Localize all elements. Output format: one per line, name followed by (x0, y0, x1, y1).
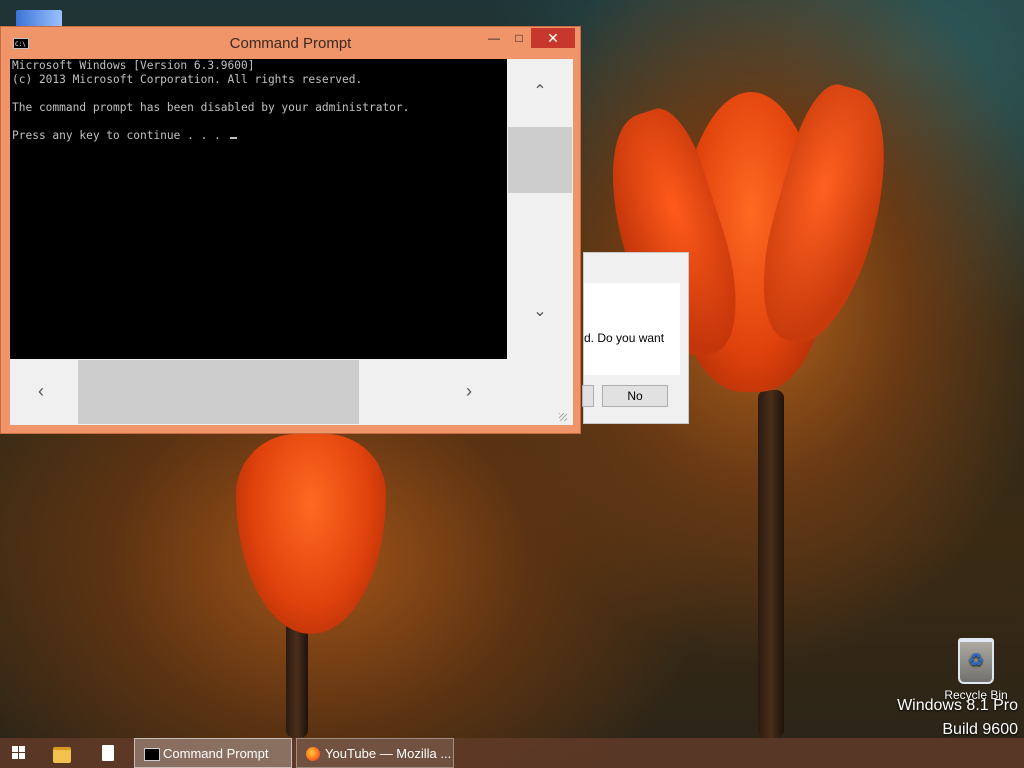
console-line-6: Press any key to continue . . . (10, 129, 507, 143)
cmd-icon (144, 748, 160, 761)
vertical-scroll-thumb[interactable] (508, 127, 572, 193)
scroll-left-icon[interactable]: ‹ (38, 381, 44, 402)
file-explorer-button[interactable] (50, 738, 76, 768)
horizontal-scrollbar[interactable]: ‹ › (10, 359, 573, 425)
firefox-icon (306, 747, 320, 761)
dialog-yes-button[interactable] (582, 385, 594, 407)
scroll-up-icon[interactable]: ⌃ (507, 81, 573, 101)
console-line-2: (c) 2013 Microsoft Corporation. All righ… (12, 73, 363, 86)
task-label: YouTube — Mozilla ... (325, 746, 452, 761)
dialog-message: d. Do you want (584, 331, 665, 345)
task-label: Command Prompt (163, 746, 269, 761)
console-line-1: Microsoft Windows [Version 6.3.9600] (12, 59, 255, 72)
watermark-edition: Windows 8.1 Pro (897, 697, 1018, 714)
scroll-down-icon[interactable]: ⌄ (507, 301, 573, 321)
close-button[interactable]: ✕ (531, 28, 575, 48)
confirm-dialog: d. Do you want No (582, 252, 689, 424)
start-button[interactable] (8, 738, 38, 768)
resize-grip-icon[interactable] (559, 413, 567, 421)
windows-watermark: Windows 8.1 Pro Build 9600 (897, 694, 1018, 742)
document-icon (102, 745, 114, 761)
dialog-content: d. Do you want (584, 283, 680, 375)
console-line-4: The command prompt has been disabled by … (12, 101, 410, 114)
console-prompt-text: Press any key to continue . . . (12, 129, 228, 142)
taskbar: Command Prompt YouTube — Mozilla ... (0, 738, 1024, 768)
taskbar-task-command-prompt[interactable]: Command Prompt (134, 738, 292, 768)
notepad-button[interactable] (96, 738, 122, 768)
minimize-button[interactable]: — (481, 28, 507, 48)
dialog-no-button[interactable]: No (602, 385, 668, 407)
maximize-button[interactable]: □ (506, 28, 532, 48)
vertical-scrollbar[interactable]: ⌃ ⌄ (507, 59, 573, 359)
recycle-bin-icon[interactable] (958, 638, 994, 684)
folder-icon (53, 747, 71, 763)
command-prompt-window: C:\ Command Prompt — □ ✕ Microsoft Windo… (0, 26, 581, 434)
scroll-right-icon[interactable]: › (466, 381, 472, 402)
console-output[interactable]: Microsoft Windows [Version 6.3.9600] (c)… (10, 59, 507, 359)
console-line-3 (10, 87, 507, 101)
windows-logo-icon (12, 746, 26, 760)
text-cursor (229, 137, 237, 139)
recycle-bin[interactable]: Recycle Bin (940, 634, 1012, 702)
console-line-5 (10, 115, 507, 129)
taskbar-task-firefox[interactable]: YouTube — Mozilla ... (296, 738, 454, 768)
window-titlebar[interactable]: C:\ Command Prompt — □ ✕ (1, 27, 580, 57)
horizontal-scroll-thumb[interactable] (78, 360, 359, 424)
